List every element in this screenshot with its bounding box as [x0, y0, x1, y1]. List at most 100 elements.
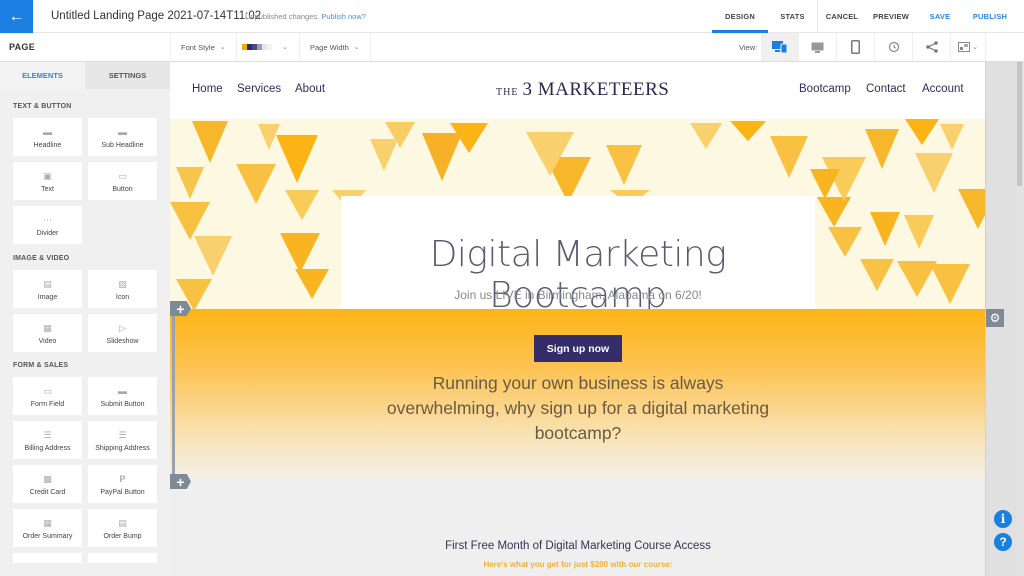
element-headline[interactable]: ▬ Headline [13, 118, 82, 156]
element-button[interactable]: ▭ Button [88, 162, 157, 200]
arrow-left-icon: ← [8, 7, 25, 25]
plus-icon: + [176, 300, 185, 317]
responsive-view-button[interactable] [761, 33, 799, 61]
element-image[interactable]: ▤ Image [13, 270, 82, 308]
triangle-pattern [422, 133, 462, 181]
elements-sidebar: ELEMENTS SETTINGS TEXT & BUTTON ▬ Headlin… [0, 62, 170, 576]
element-slideshow[interactable]: ▷ Slideshow [88, 314, 157, 352]
nav-link-about[interactable]: About [295, 83, 325, 95]
image-settings-button[interactable]: ⌄ [951, 33, 986, 61]
element-form-field[interactable]: ▭ Form Field [13, 377, 82, 415]
section-settings-button[interactable]: ⚙ [986, 309, 1004, 327]
element-credit-card[interactable]: ▩ Credit Card [13, 465, 82, 503]
nav-link-contact[interactable]: Contact [866, 83, 906, 95]
triangle-pattern [904, 215, 934, 249]
chevron-down-icon: ⌄ [353, 44, 360, 51]
triangle-pattern [606, 145, 642, 185]
video-icon: ▦ [43, 322, 52, 333]
share-icon [925, 41, 938, 53]
element-order-summary[interactable]: ▦ Order Summary [13, 509, 82, 547]
element-label: Order Bump [103, 532, 142, 540]
nav-link-bootcamp[interactable]: Bootcamp [799, 83, 851, 95]
element-icon[interactable]: ▧ Icon [88, 270, 157, 308]
info-button[interactable]: i [994, 510, 1012, 528]
tab-elements[interactable]: ELEMENTS [0, 62, 85, 89]
hero-subtitle[interactable]: Join us LIVE in Birmingham, Alabama on 6… [341, 288, 815, 302]
page-canvas[interactable]: Home Services About THE 3 MARKETEERS Boot… [170, 62, 986, 576]
element-submit-button[interactable]: ▬ Submit Button [88, 377, 157, 415]
element-label: Submit Button [100, 400, 145, 408]
cta-section[interactable]: Sign up now Running your own business is… [170, 309, 986, 479]
tab-design[interactable]: DESIGN [712, 0, 768, 33]
element-label: Divider [36, 229, 59, 237]
credit-card-icon: ▩ [43, 473, 52, 484]
hero-section[interactable]: Digital Marketing Bootcamp Join us LIVE … [170, 119, 986, 309]
page-title: Untitled Landing Page 2021-07-14T11:02 [51, 10, 262, 22]
page-label: PAGE [9, 42, 36, 52]
element-sub-headline[interactable]: ▬ Sub Headline [88, 118, 157, 156]
nav-link-services[interactable]: Services [237, 83, 281, 95]
triangle-pattern [810, 169, 840, 199]
share-button[interactable] [913, 33, 951, 61]
element-billing-address[interactable]: ☰ Billing Address [13, 421, 82, 459]
element-label: Image [37, 293, 58, 301]
logo-main-text: 3 MARKETEERS [522, 79, 670, 100]
save-button[interactable]: SAVE [916, 0, 964, 33]
element-shipping-address[interactable]: ☰ Shipping Address [88, 421, 157, 459]
mobile-view-button[interactable] [837, 33, 875, 61]
element-label: Form Field [30, 400, 65, 408]
paypal-icon: P [119, 473, 126, 484]
publish-button[interactable]: PUBLISH [964, 0, 1016, 33]
tab-settings[interactable]: SETTINGS [85, 62, 170, 89]
triangle-pattern [870, 212, 900, 246]
element-label: Shipping Address [95, 444, 150, 452]
element-video[interactable]: ▦ Video [13, 314, 82, 352]
element-label: Video [38, 337, 57, 345]
triangle-pattern [770, 136, 808, 178]
order-summary-icon: ▦ [43, 517, 52, 528]
gear-icon: ⚙ [989, 311, 1001, 325]
triangle-pattern [905, 119, 939, 145]
font-style-dropdown[interactable]: Font Style ⌄ [170, 33, 237, 61]
tab-stats[interactable]: STATS [768, 0, 818, 33]
scrollbar-thumb[interactable] [1017, 62, 1022, 186]
page-width-dropdown[interactable]: Page Width ⌄ [300, 33, 371, 61]
triangle-pattern [958, 189, 986, 229]
nav-link-account[interactable]: Account [922, 83, 964, 95]
billing-address-icon: ☰ [43, 429, 52, 440]
headline-icon: ▬ [43, 126, 52, 137]
nav-link-home[interactable]: Home [192, 83, 223, 95]
slideshow-icon: ▷ [119, 322, 126, 333]
triangle-pattern [930, 264, 970, 304]
help-button[interactable]: ? [994, 533, 1012, 551]
add-section-button[interactable]: + [170, 301, 191, 316]
triangle-pattern [730, 121, 766, 141]
unpublished-status: Unpublished changes. Publish now? [245, 12, 366, 21]
preview-button[interactable]: PREVIEW [866, 0, 916, 33]
triangle-pattern [860, 259, 894, 291]
course-section[interactable]: First Free Month of Digital Marketing Co… [170, 479, 986, 576]
course-subtitle[interactable]: Here's what you get for just $200 with o… [170, 560, 986, 569]
desktop-view-button[interactable] [799, 33, 837, 61]
back-button[interactable]: ← [0, 0, 33, 33]
triangle-pattern [194, 236, 232, 276]
element-card-partial[interactable] [13, 553, 82, 563]
submit-button-icon: ▬ [118, 385, 127, 396]
element-card-partial[interactable] [88, 553, 157, 563]
cta-text[interactable]: Running your own business is always over… [378, 371, 778, 446]
course-title[interactable]: First Free Month of Digital Marketing Co… [170, 540, 986, 552]
element-divider[interactable]: ⋯ Divider [13, 206, 82, 244]
site-logo[interactable]: THE 3 MARKETEERS [496, 79, 669, 101]
icon-element-icon: ▧ [118, 278, 127, 289]
element-text[interactable]: ▣ Text [13, 162, 82, 200]
cancel-button[interactable]: CANCEL [818, 0, 866, 33]
publish-now-link[interactable]: Publish now? [321, 12, 366, 21]
element-paypal-button[interactable]: P PayPal Button [88, 465, 157, 503]
color-palette-dropdown[interactable]: ⌄ [232, 33, 300, 61]
history-button[interactable] [875, 33, 913, 61]
hero-text-box[interactable]: Digital Marketing Bootcamp Join us LIVE … [341, 196, 815, 309]
sign-up-button[interactable]: Sign up now [534, 335, 622, 362]
chevron-down-icon: ⌄ [282, 44, 288, 51]
element-order-bump[interactable]: ▤ Order Bump [88, 509, 157, 547]
triangle-pattern [258, 124, 280, 150]
